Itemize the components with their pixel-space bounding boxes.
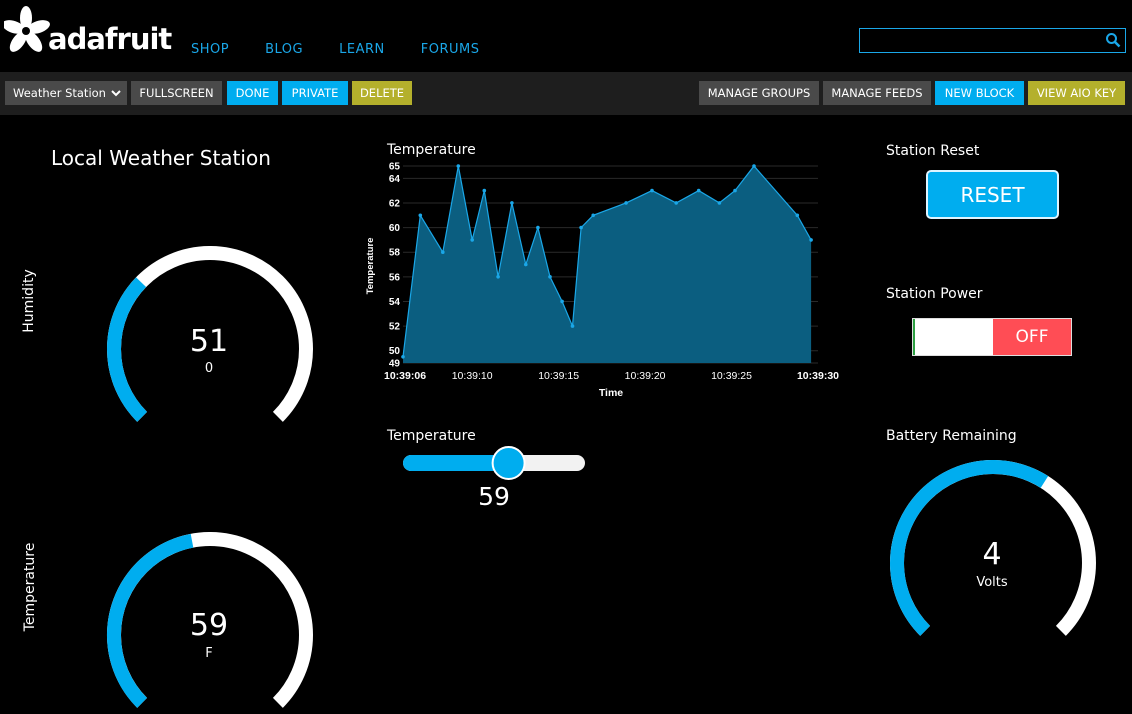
humidity-value: 51 [189,324,229,359]
station-reset-label: Station Reset [886,143,980,159]
toggle-off-side[interactable]: OFF [993,319,1071,355]
temperature-gauge-value: 59 [189,608,229,643]
temperature-slider[interactable] [400,444,590,484]
chart-point [536,225,540,230]
chart-point [418,213,423,218]
fullscreen-button[interactable]: FULLSCREEN [131,81,222,105]
chart-y-tick-label: 54 [389,297,401,308]
chart-y-tick-label: 49 [389,359,401,370]
done-button[interactable]: DONE [227,81,278,105]
chevron-down-icon [111,90,121,97]
adafruit-flower-icon [4,6,50,52]
temperature-gauge-label: Temperature [22,542,38,632]
chart-point [470,238,474,242]
nav-forums[interactable]: FORUMS [421,42,480,57]
humidity-gauge-fill [107,277,148,422]
new-block-button[interactable]: NEW BLOCK [935,81,1024,105]
chart-y-tick-label: 50 [389,346,401,357]
chart-point [579,225,583,230]
search-icon[interactable] [1105,32,1121,48]
chart-point [441,250,445,254]
battery-value: 4 [982,537,1002,572]
chart-x-tick-label: 10:39:20 [625,370,666,382]
chart-point [795,213,800,218]
chart-point [456,164,461,168]
station-power-label: Station Power [886,286,983,302]
chart-y-ticks: 49 50 52 54 56 58 60 62 6465 [389,162,401,370]
search-box [859,28,1126,53]
dashboard-select-value: Weather Station [13,86,106,100]
chart-point [496,275,500,279]
chart-y-tick-label: 58 [389,248,401,259]
battery-label: Battery Remaining [886,428,1017,444]
site-header: adafruit SHOP BLOG LEARN FORUMS [0,0,1132,72]
chart-y-tick-label: 64 [389,174,401,185]
toggle-on-side[interactable] [913,319,993,355]
humidity-label: Humidity [21,269,37,333]
temperature-chart: 49505254565860626465 10:39:06 10:39:10 10:… [365,162,839,400]
dashboard-select[interactable]: Weather Station [5,81,127,105]
chart-x-tick-label: 10:39:15 [538,370,579,382]
chart-title: Temperature [387,142,476,158]
chart-x-ticks: 10:39:06 10:39:10 10:39:15 10:39:20 10:39:25… [384,370,839,382]
manage-feeds-button[interactable]: MANAGE FEEDS [823,81,931,105]
adafruit-logo[interactable]: adafruit [4,4,172,60]
chart-x-tick-label: 10:39:10 [452,370,493,382]
manage-groups-button[interactable]: MANAGE GROUPS [699,81,819,105]
chart-point [674,201,678,205]
humidity-unit: 0 [204,361,214,376]
chart-point [624,201,628,205]
temperature-slider-label: Temperature [387,428,476,444]
temperature-gauge-unit: F [205,646,213,661]
dashboard-title: Local Weather Station [51,146,271,170]
chart-point [650,188,654,193]
chart-point [524,262,528,267]
dashboard-toolbar: Weather Station FULLSCREEN DONE PRIVATE … [0,72,1132,115]
chart-y-tick-label: 52 [389,322,401,333]
power-toggle[interactable]: OFF [912,318,1072,356]
battery-unit: Volts [976,575,1008,590]
chart-point [548,275,552,279]
chart-point [717,201,722,205]
main-nav: SHOP BLOG LEARN FORUMS [191,42,515,57]
chart-point [809,238,813,242]
chart-y-tick-label: 56 [389,272,401,283]
nav-blog[interactable]: BLOG [265,42,303,57]
reset-button[interactable]: RESET [926,170,1059,219]
logo-wordmark: adafruit [48,22,172,56]
nav-learn[interactable]: LEARN [339,42,385,57]
chart-x-tick-label: 10:39:06 [384,370,426,382]
private-button[interactable]: PRIVATE [282,81,348,105]
chart-point [752,164,756,168]
chart-x-tick-label: 10:39:30 [797,370,839,382]
chart-point [401,355,405,359]
chart-point [591,213,595,218]
delete-button[interactable]: DELETE [352,81,412,105]
search-input[interactable] [864,32,1103,51]
slider-handle[interactable] [491,446,526,480]
chart-point [510,201,514,205]
chart-point [696,188,701,193]
chart-y-tick-label: 60 [389,223,401,234]
chart-x-tick-label: 10:39:25 [711,370,752,382]
page: adafruit SHOP BLOG LEARN FORUMS Weather … [0,0,1132,714]
chart-y-label: Temperature [365,238,376,295]
chart-x-label: Time [599,387,623,399]
chart-point [482,188,487,193]
chart-point [560,299,564,304]
chart-y-tick-label: 65 [389,162,401,173]
chart-y-tick-label: 62 [389,198,401,209]
view-aio-key-button[interactable]: VIEW AIO KEY [1028,81,1125,105]
nav-shop[interactable]: SHOP [191,42,229,57]
temperature-slider-value: 59 [478,482,510,511]
chart-point [570,324,575,328]
chart-point [733,188,737,193]
